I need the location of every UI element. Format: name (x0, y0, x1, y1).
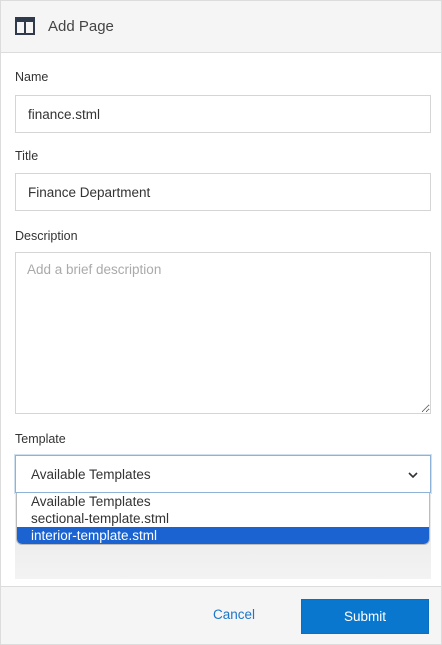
template-option[interactable]: Available Templates (17, 493, 429, 510)
title-input[interactable] (15, 173, 431, 211)
description-label: Description (15, 229, 78, 243)
name-label: Name (15, 70, 49, 84)
dialog-footer: Cancel Submit (1, 586, 441, 644)
chevron-down-icon (408, 472, 418, 479)
description-textarea[interactable] (15, 252, 431, 414)
dialog-header: Add Page (1, 1, 441, 53)
template-select[interactable]: Available Templates (15, 455, 431, 493)
dialog-title: Add Page (48, 18, 114, 35)
template-label: Template (15, 432, 66, 446)
template-option[interactable]: sectional-template.stml (17, 510, 429, 527)
template-dropdown-list: Available Templates sectional-template.s… (16, 493, 430, 545)
name-input[interactable] (15, 95, 431, 133)
template-option-highlighted[interactable]: interior-template.stml (17, 527, 429, 544)
cancel-button[interactable]: Cancel (213, 607, 255, 622)
layout-columns-icon (15, 17, 35, 35)
add-page-dialog: Add Page Name Title Description Template… (0, 0, 442, 645)
submit-button[interactable]: Submit (301, 599, 429, 634)
template-select-value: Available Templates (31, 467, 151, 482)
title-label: Title (15, 149, 39, 163)
